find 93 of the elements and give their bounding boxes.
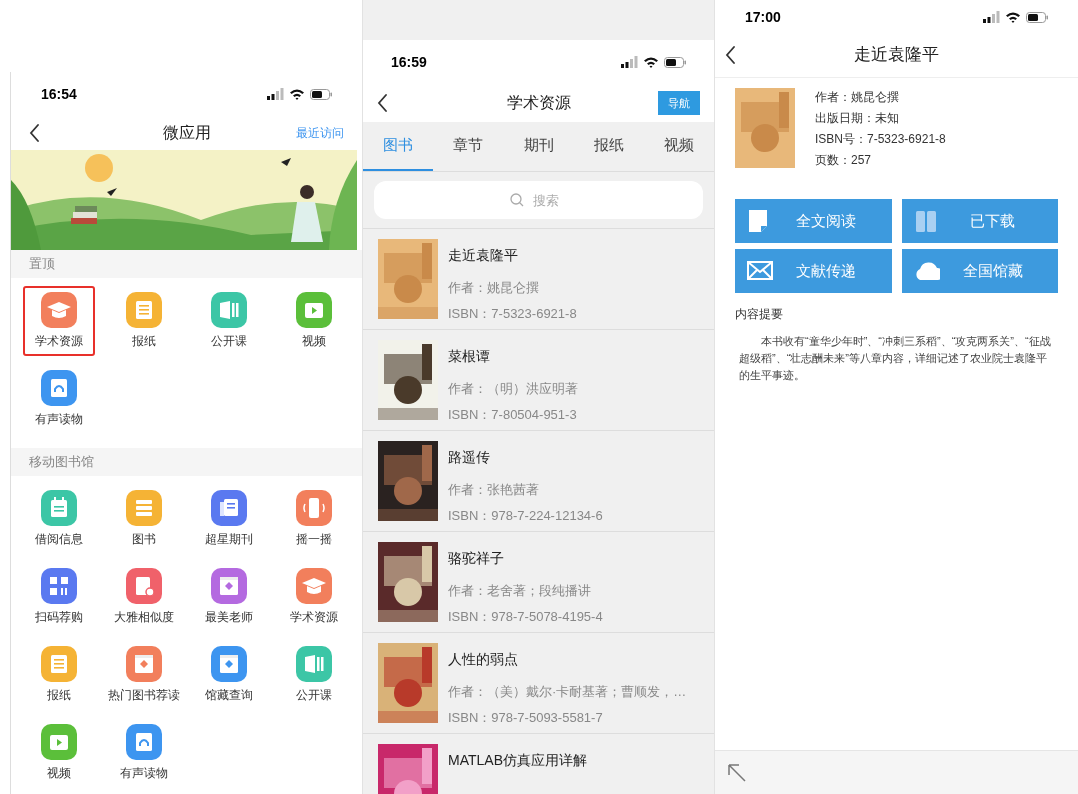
app-tile[interactable]: 热门图书荐读 [108, 640, 181, 710]
status-time: 16:59 [391, 52, 427, 72]
status-time: 16:54 [41, 84, 77, 104]
search-field[interactable]: 搜索 [374, 181, 703, 219]
qr-app-icon [41, 568, 78, 604]
phone-app-icon [295, 490, 332, 526]
wifi-icon [289, 88, 305, 100]
book-title: MATLAB仿真应用详解 [448, 751, 587, 770]
app-tile[interactable]: 扫码荐购 [23, 562, 96, 632]
tab[interactable]: 章节 [433, 122, 504, 171]
paper-app-icon [126, 292, 163, 328]
book-isbn: ISBN：978-7-224-12134-6 [448, 506, 603, 525]
app-tile[interactable]: 学术资源 [277, 562, 350, 632]
app-tile[interactable]: 馆藏查询 [192, 640, 265, 710]
book-isbn: ISBN：7-5323-6921-8 [448, 304, 577, 323]
book-detail: 出版日期：未知 [815, 110, 900, 127]
book-detail: 页数：257 [815, 152, 873, 169]
book-author: 作者：姚昆仑撰 [448, 279, 540, 297]
tab[interactable]: 视频 [643, 122, 714, 171]
paper-app-icon [41, 646, 78, 682]
book-title: 走近袁隆平 [448, 246, 519, 265]
app-tile[interactable]: 报纸 [108, 286, 181, 356]
app-tile[interactable]: 摇一摇 [277, 484, 350, 554]
book-row[interactable]: 人性的弱点 作者：（美）戴尔·卡耐基著；曹顺发，… ISBN：978-7-5093-5581-7 [363, 633, 714, 734]
summary-text: 本书收有“童华少年时”、“冲刺三系稻”、“攻克两系关”、“征战超级稻”、“壮志酬未来”等八章内容，详细记述了农业院士袁隆平的生平事迹。 [738, 334, 1052, 383]
app-tile[interactable]: 最美老师 [192, 562, 265, 632]
signal-icon [621, 56, 638, 68]
nav-title: 学术资源 [506, 93, 571, 113]
book-row[interactable]: MATLAB仿真应用详解 [363, 734, 714, 794]
app-tile[interactable]: 有声读物 [23, 364, 96, 434]
book-title: 路遥传 [448, 448, 491, 467]
book-title: 人性的弱点 [448, 650, 519, 669]
book-isbn: ISBN：7-80504-951-3 [448, 405, 578, 424]
audio-app-icon [126, 724, 163, 760]
book-isbn: ISBN：978-7-5078-4195-4 [448, 607, 603, 626]
nav-title: 微应用 [162, 123, 211, 143]
video-app-icon [41, 724, 78, 760]
book-row[interactable]: 走近袁隆平 作者：姚昆仑撰 ISBN：7-5323-6921-8 [363, 229, 714, 330]
book-app-icon [210, 292, 247, 328]
app-tile[interactable]: 公开课 [277, 640, 350, 710]
back-icon[interactable] [29, 124, 40, 142]
cap-app-icon [295, 568, 332, 604]
book-title: 菜根谭 [448, 347, 491, 366]
app-tile[interactable]: 公开课 [192, 286, 265, 356]
status-time: 17:00 [745, 7, 781, 27]
battery-icon [664, 56, 686, 68]
book-row[interactable]: 骆驼祥子 作者：老舍著；段纯播讲 ISBN：978-7-5078-4195-4 [363, 532, 714, 633]
signal-icon [267, 88, 284, 100]
back-icon[interactable] [377, 94, 388, 112]
book-author: 作者：张艳茜著 [448, 481, 540, 499]
book-author: 作者：（美）戴尔·卡耐基著；曹顺发，… [448, 683, 687, 701]
summary-title: 内容提要 [734, 306, 784, 323]
magazine-app-icon [210, 490, 247, 526]
section-title: 移动图书馆 [11, 448, 362, 476]
app-tile[interactable]: 借阅信息 [23, 484, 96, 554]
wifi-icon [1005, 11, 1021, 23]
window-app-icon [210, 646, 247, 682]
book-title: 骆驼祥子 [448, 549, 505, 568]
app-tile[interactable]: 报纸 [23, 640, 96, 710]
battery-icon [1026, 11, 1048, 23]
app-tile[interactable]: 视频 [23, 718, 96, 788]
window-app-icon [126, 646, 163, 682]
app-tile[interactable]: 有声读物 [108, 718, 181, 788]
calendar-app-icon [41, 490, 78, 526]
book-row[interactable]: 菜根谭 作者：（明）洪应明著 ISBN：7-80504-951-3 [363, 330, 714, 431]
book-detail: ISBN号：7-5323-6921-8 [815, 131, 946, 148]
signal-icon [983, 11, 1000, 23]
search-icon [510, 193, 524, 207]
video-app-icon [295, 292, 332, 328]
list-app-icon [126, 490, 163, 526]
app-tile[interactable]: 学术资源 [23, 286, 96, 356]
window-app-icon [210, 568, 247, 604]
app-tile[interactable]: 大雅相似度 [108, 562, 181, 632]
expand-arrow-icon[interactable] [727, 762, 747, 783]
app-tile[interactable]: 超星期刊 [192, 484, 265, 554]
tab[interactable]: 报纸 [573, 122, 644, 171]
audio-app-icon [41, 370, 78, 406]
book-isbn: ISBN：978-7-5093-5581-7 [448, 708, 604, 727]
book-author: 作者：（明）洪应明著 [448, 380, 578, 398]
cap-app-icon [41, 292, 78, 328]
app-tile[interactable]: 视频 [277, 286, 350, 356]
book-author: 作者：老舍著；段纯播讲 [448, 582, 592, 600]
clipboard-app-icon [126, 568, 163, 604]
back-icon[interactable] [725, 45, 736, 64]
app-tile[interactable]: 图书 [108, 484, 181, 554]
section-title: 置顶 [11, 250, 362, 278]
book-app-icon [295, 646, 332, 682]
book-row[interactable]: 路遥传 作者：张艳茜著 ISBN：978-7-224-12134-6 [363, 431, 714, 532]
tab[interactable]: 期刊 [503, 122, 574, 171]
book-detail: 作者：姚昆仑撰 [815, 89, 900, 106]
wifi-icon [643, 56, 659, 68]
battery-icon [310, 88, 332, 100]
nav-title: 走近袁隆平 [854, 43, 939, 66]
